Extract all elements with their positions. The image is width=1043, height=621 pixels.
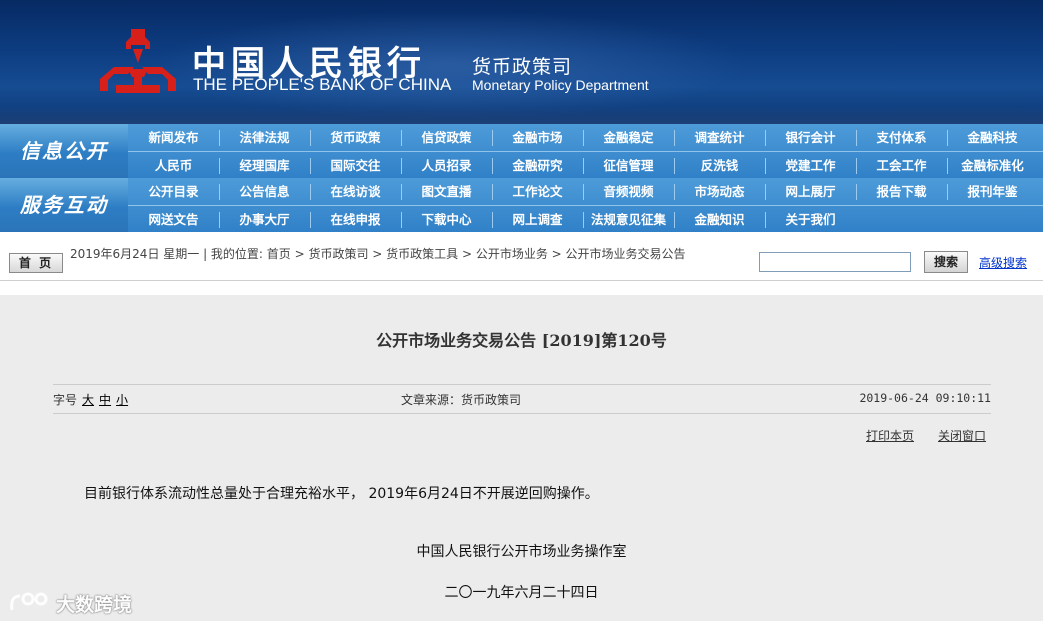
nav-item[interactable]: 关于我们 (765, 206, 856, 233)
watermark-logo-icon (10, 592, 48, 611)
nav-gap (0, 232, 1043, 246)
home-button[interactable]: 首 页 (9, 253, 63, 273)
article-timestamp: 2019-06-24 09:10:11 (859, 391, 991, 405)
article-source: 文章来源：货币政策司 (401, 393, 522, 407)
nav-item[interactable]: 办事大厅 (219, 206, 310, 233)
nav-grid: 新闻发布 法律法规 货币政策 信贷政策 金融市场 金融稳定 调查统计 银行会计 … (128, 124, 1043, 179)
pboc-logo-icon (100, 29, 176, 93)
nav-item[interactable]: 图文直播 (401, 178, 492, 205)
nav-item[interactable]: 金融知识 (674, 206, 765, 233)
font-size-medium-link[interactable]: 中 (99, 393, 111, 407)
nav-row: 网送文告 办事大厅 在线申报 下载中心 网上调查 法规意见征集 金融知识 关于我… (128, 206, 1043, 233)
nav-item[interactable]: 调查统计 (674, 124, 765, 151)
nav-item[interactable]: 金融稳定 (583, 124, 674, 151)
site-banner: 中国人民银行 THE PEOPLE'S BANK OF CHINA 货币政策司 … (0, 0, 1043, 124)
nav-item[interactable]: 党建工作 (765, 152, 856, 179)
nav-item[interactable]: 经理国库 (219, 152, 310, 179)
nav-section-title: 信息公开 (0, 124, 128, 179)
page-title: 公开市场业务交易公告 [2019]第120号 (376, 331, 667, 350)
nav-item[interactable]: 市场动态 (674, 178, 765, 205)
advanced-search-link[interactable]: 高级搜索 (979, 254, 1027, 271)
nav-item[interactable]: 新闻发布 (128, 124, 219, 151)
nav-item[interactable]: 下载中心 (401, 206, 492, 233)
font-size-label: 字号 (53, 393, 78, 407)
nav-row: 公开目录 公告信息 在线访谈 图文直播 工作论文 音频视频 市场动态 网上展厅 … (128, 178, 1043, 206)
nav-item[interactable]: 公告信息 (219, 178, 310, 205)
bank-name-en: THE PEOPLE'S BANK OF CHINA (193, 75, 452, 94)
nav-item[interactable]: 公开目录 (128, 178, 219, 205)
nav-item[interactable]: 信贷政策 (401, 124, 492, 151)
nav-section-title: 服务互动 (0, 178, 128, 233)
nav-item[interactable]: 工作论文 (492, 178, 583, 205)
article-meta-bar: 字号大中小 文章来源：货币政策司 2019-06-24 09:10:11 (53, 384, 991, 414)
nav-item[interactable]: 金融市场 (492, 124, 583, 151)
font-size-large-link[interactable]: 大 (82, 393, 94, 407)
nav-item[interactable]: 网上展厅 (765, 178, 856, 205)
nav-item[interactable]: 在线访谈 (310, 178, 401, 205)
search-button[interactable]: 搜索 (924, 251, 968, 273)
nav-item[interactable]: 人员招录 (401, 152, 492, 179)
search-input[interactable] (759, 252, 911, 272)
nav-item[interactable]: 金融科技 (947, 124, 1038, 151)
nav-item[interactable]: 人民币 (128, 152, 219, 179)
nav-item[interactable]: 金融研究 (492, 152, 583, 179)
nav-item[interactable]: 法规意见征集 (583, 206, 674, 233)
nav-item[interactable]: 国际交往 (310, 152, 401, 179)
nav-item[interactable]: 支付体系 (856, 124, 947, 151)
nav-item[interactable]: 货币政策 (310, 124, 401, 151)
nav-item[interactable]: 报告下载 (856, 178, 947, 205)
department-name-en: Monetary Policy Department (472, 77, 649, 93)
nav-item[interactable]: 网上调查 (492, 206, 583, 233)
watermark-text: 大数跨境 (56, 594, 133, 616)
nav-item[interactable]: 征信管理 (583, 152, 674, 179)
font-size-selector: 字号大中小 (53, 391, 128, 408)
nav-row: 人民币 经理国库 国际交往 人员招录 金融研究 征信管理 反洗钱 党建工作 工会… (128, 152, 1043, 179)
nav-item[interactable]: 反洗钱 (674, 152, 765, 179)
close-window-link[interactable]: 关闭窗口 (938, 427, 986, 444)
print-page-link[interactable]: 打印本页 (866, 427, 914, 444)
nav-item[interactable]: 法律法规 (219, 124, 310, 151)
breadcrumb: 2019年6月24日 星期一 | 我的位置: 首页 > 货币政策司 > 货币政策… (70, 247, 686, 261)
nav-item[interactable]: 工会工作 (856, 152, 947, 179)
nav-item[interactable]: 网送文告 (128, 206, 219, 233)
department-name-cn: 货币政策司 (472, 56, 573, 78)
nav-item[interactable]: 银行会计 (765, 124, 856, 151)
banner-haze (0, 106, 1043, 124)
nav-item[interactable]: 报刊年鉴 (947, 178, 1038, 205)
article-signature: 中国人民银行公开市场业务操作室 (416, 544, 627, 560)
nav-service-interaction: 服务互动 公开目录 公告信息 在线访谈 图文直播 工作论文 音频视频 市场动态 … (0, 178, 1043, 233)
nav-item[interactable]: 在线申报 (310, 206, 401, 233)
font-size-small-link[interactable]: 小 (116, 393, 128, 407)
nav-info-disclosure: 信息公开 新闻发布 法律法规 货币政策 信贷政策 金融市场 金融稳定 调查统计 … (0, 124, 1043, 179)
article-area: 公开市场业务交易公告 [2019]第120号 字号大中小 文章来源：货币政策司 … (0, 295, 1043, 621)
nav-grid: 公开目录 公告信息 在线访谈 图文直播 工作论文 音频视频 市场动态 网上展厅 … (128, 178, 1043, 233)
nav-row: 新闻发布 法律法规 货币政策 信贷政策 金融市场 金融稳定 调查统计 银行会计 … (128, 124, 1043, 152)
nav-item[interactable]: 金融标准化 (947, 152, 1038, 179)
article-body: 目前银行体系流动性总量处于合理充裕水平， 2019年6月24日不开展逆回购操作。 (84, 486, 599, 502)
nav-item[interactable]: 音频视频 (583, 178, 674, 205)
article-date: 二〇一九年六月二十四日 (444, 585, 599, 601)
